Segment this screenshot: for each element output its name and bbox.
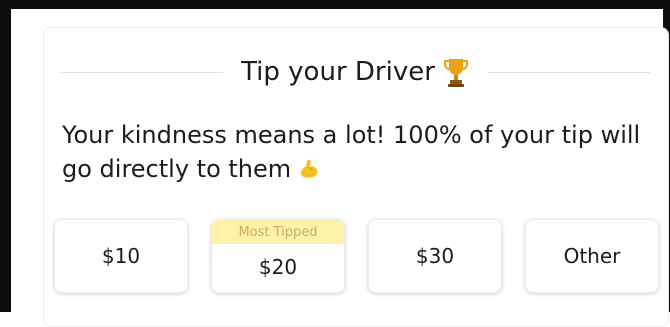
tip-option-label: $20 (258, 255, 298, 279)
tip-option-20[interactable]: Most Tipped $20 (211, 219, 345, 293)
flexed-biceps-icon (297, 156, 321, 190)
most-tipped-label: Most Tipped (238, 224, 318, 240)
most-tipped-badge: Most Tipped (212, 220, 344, 244)
tip-option-label: $30 (415, 244, 455, 268)
window-frame: Tip your Driver Your kindness means a lo… (0, 0, 670, 327)
divider-right (486, 71, 650, 73)
tip-option-label: $10 (101, 244, 141, 268)
tip-title-container: Tip your Driver (223, 56, 487, 88)
trophy-icon (443, 56, 469, 88)
tip-message: Your kindness means a lot! 100% of your … (62, 118, 662, 190)
tip-card: Tip your Driver Your kindness means a lo… (43, 27, 669, 327)
tip-title: Tip your Driver (241, 57, 435, 87)
tip-header: Tip your Driver (60, 52, 650, 92)
tip-option-label: Other (563, 244, 621, 268)
tip-message-text: Your kindness means a lot! 100% of your … (62, 121, 641, 183)
divider-left (60, 71, 224, 73)
tip-option-other[interactable]: Other (525, 219, 659, 293)
tip-option-10[interactable]: $10 (54, 219, 188, 293)
tip-option-30[interactable]: $30 (368, 219, 502, 293)
